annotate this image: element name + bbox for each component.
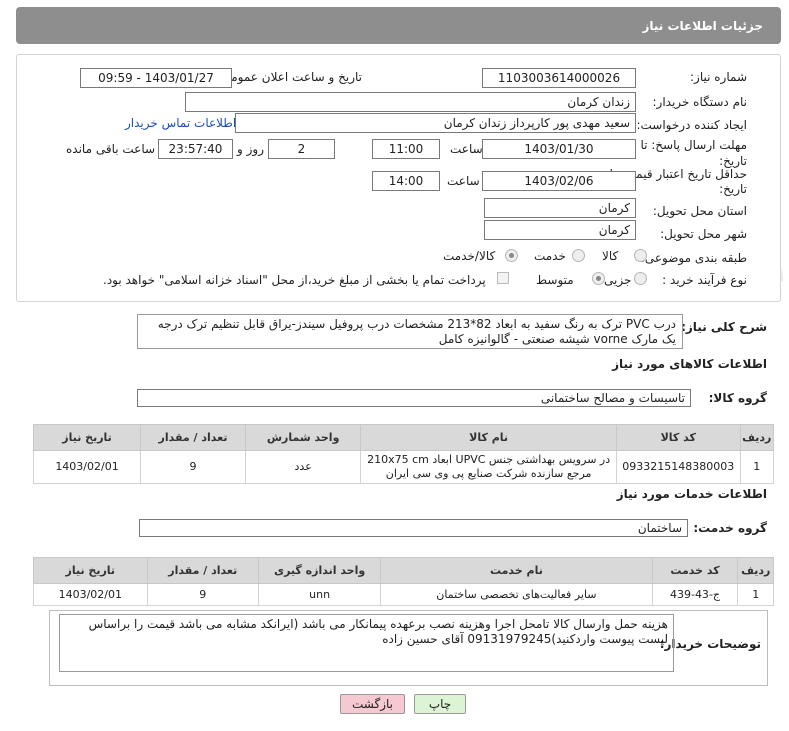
- deadline-label: مهلت ارسال پاسخ: تا: [640, 138, 747, 152]
- purchase-radio-medium[interactable]: [592, 272, 605, 285]
- services-row-index: 1: [737, 583, 774, 606]
- services-section-title: اطلاعات خدمات مورد نیاز: [616, 487, 767, 501]
- validity-date-label: تاریخ:: [719, 182, 747, 196]
- deadline-time-label: ساعت: [450, 142, 483, 156]
- goods-col-date: تاریخ نیاز: [32, 424, 142, 451]
- goods-table-header: ردیف کد کالا نام کالا واحد شمارش تعداد /…: [32, 424, 775, 451]
- goods-row-code: 0933215148380003: [615, 450, 741, 484]
- services-table: ردیف کد خدمت نام خدمت واحد اندازه گیری ت…: [33, 557, 774, 606]
- services-row-qty: 9: [146, 583, 259, 606]
- goods-col-unit: واحد شمارش: [244, 424, 362, 451]
- deadline-date-field: 1403/01/30: [482, 139, 636, 159]
- days-remaining-field: 2: [268, 139, 335, 159]
- goods-row-unit: عدد: [244, 450, 362, 484]
- remaining-time-field: 23:57:40: [158, 139, 233, 159]
- creator-field: سعید مهدی پور کارپرداز زندان کرمان: [235, 113, 636, 133]
- services-col-qty: تعداد / مقدار: [146, 557, 259, 584]
- validity-date-field: 1403/02/06: [482, 171, 636, 191]
- services-row-unit: unn: [257, 583, 382, 606]
- services-row-code: ج-43-439: [651, 583, 739, 606]
- announce-label: تاریخ و ساعت اعلان عمومی:: [217, 70, 362, 84]
- deadline-date-label: تاریخ:: [719, 154, 747, 168]
- treasury-checkbox[interactable]: [497, 272, 509, 284]
- services-col-date: تاریخ نیاز: [33, 557, 148, 584]
- buyer-contact-link[interactable]: اطلاعات تماس خریدار: [125, 116, 236, 130]
- goods-row-qty: 9: [140, 450, 246, 484]
- need-number-label: شماره نیاز:: [690, 70, 747, 84]
- goods-section-title: اطلاعات کالاهای مورد نیاز: [612, 357, 767, 371]
- announce-field: 1403/01/27 - 09:59: [80, 68, 232, 88]
- province-field: کرمان: [484, 198, 636, 218]
- purchase-option-medium: متوسط: [536, 273, 574, 287]
- purchase-radio-minor[interactable]: [634, 272, 647, 285]
- deadline-time-field: 11:00: [372, 139, 440, 159]
- buyer-notes-label: توضیحات خریدار:: [659, 637, 761, 651]
- category-option-service: خدمت: [534, 249, 566, 263]
- province-label: استان محل تحویل:: [652, 204, 747, 218]
- goods-group-field: تاسیسات و مصالح ساختمانی: [137, 389, 691, 407]
- page-title: جزئیات اطلاعات نیاز: [642, 18, 763, 33]
- city-label: شهر محل تحویل:: [660, 227, 747, 241]
- print-button[interactable]: چاپ: [414, 694, 466, 714]
- services-row-date: 1403/02/01: [33, 583, 148, 606]
- goods-row-name: در سرویس بهداشتی جنس UPVC ابعاد 210x75 c…: [360, 450, 617, 484]
- goods-col-code: کد کالا: [615, 424, 741, 451]
- city-field: کرمان: [484, 220, 636, 240]
- services-row-name: سایر فعالیت‌های تخصصی ساختمان: [380, 583, 653, 606]
- validity-time-label: ساعت: [447, 174, 480, 188]
- days-label: روز و: [237, 142, 264, 156]
- description-label: شرح کلی نیاز:: [681, 320, 767, 334]
- services-group-field: ساختمان: [139, 519, 688, 537]
- need-number-field: 1103003614000026: [482, 68, 636, 88]
- category-radio-goods[interactable]: [634, 249, 647, 262]
- table-row: 1 ج-43-439 سایر فعالیت‌های تخصصی ساختمان…: [33, 583, 774, 606]
- back-button[interactable]: بازگشت: [340, 694, 405, 714]
- services-col-index: ردیف: [737, 557, 774, 584]
- table-row: 1 0933215148380003 در سرویس بهداشتی جنس …: [32, 450, 775, 484]
- category-radio-service[interactable]: [572, 249, 585, 262]
- creator-label: ایجاد کننده درخواست:: [636, 118, 747, 132]
- category-radio-goods-service[interactable]: [505, 249, 518, 262]
- goods-group-label: گروه کالا:: [708, 391, 767, 405]
- goods-col-qty: تعداد / مقدار: [140, 424, 246, 451]
- goods-col-name: نام کالا: [360, 424, 617, 451]
- validity-time-field: 14:00: [372, 171, 440, 191]
- category-option-goods: کالا: [602, 249, 619, 263]
- goods-col-index: ردیف: [739, 424, 775, 451]
- buyer-org-field: زندان کرمان: [185, 92, 636, 112]
- page-header: جزئیات اطلاعات نیاز: [16, 7, 781, 44]
- category-label: طبقه بندی موضوعی:: [640, 251, 747, 265]
- purchase-option-minor: جزیی: [604, 273, 632, 287]
- remaining-label: ساعت باقی مانده: [66, 142, 156, 156]
- services-col-unit: واحد اندازه گیری: [257, 557, 382, 584]
- services-col-code: کد خدمت: [651, 557, 739, 584]
- description-textarea[interactable]: درب PVC ترک به رنگ سفید به ابعاد 82*213 …: [137, 314, 683, 349]
- services-col-name: نام خدمت: [380, 557, 653, 584]
- goods-table: ردیف کد کالا نام کالا واحد شمارش تعداد /…: [32, 424, 775, 484]
- category-option-goods-service: کالا/خدمت: [443, 249, 496, 263]
- payment-note: پرداخت تمام یا بخشی از مبلغ خرید،از محل …: [103, 273, 486, 287]
- buyer-notes-textarea[interactable]: هزینه حمل وارسال کالا تامحل اجرا وهزینه …: [59, 614, 674, 672]
- services-table-header: ردیف کد خدمت نام خدمت واحد اندازه گیری ت…: [33, 557, 774, 584]
- services-group-label: گروه خدمت:: [693, 521, 767, 535]
- goods-row-index: 1: [739, 450, 775, 484]
- purchase-type-label: نوع فرآیند خرید :: [662, 273, 747, 287]
- buyer-org-label: نام دستگاه خریدار:: [652, 95, 748, 109]
- goods-row-date: 1403/02/01: [32, 450, 142, 484]
